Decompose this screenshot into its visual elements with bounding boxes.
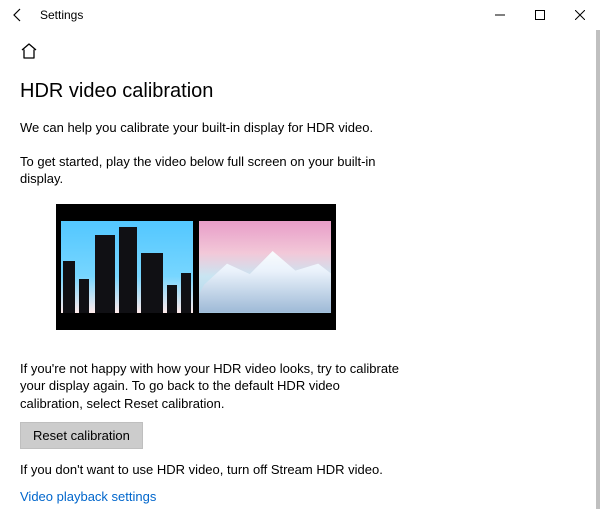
- vertical-scrollbar[interactable]: [596, 30, 600, 509]
- video-playback-settings-link[interactable]: Video playback settings: [20, 489, 580, 504]
- window-controls: [480, 0, 600, 30]
- reset-calibration-button[interactable]: Reset calibration: [20, 422, 143, 449]
- page-heading: HDR video calibration: [20, 80, 580, 103]
- title-bar: Settings: [0, 0, 600, 30]
- content-area: HDR video calibration We can help you ca…: [0, 30, 600, 509]
- calibration-note: If you're not happy with how your HDR vi…: [20, 360, 400, 413]
- instruction-text: To get started, play the video below ful…: [20, 153, 400, 188]
- calibration-video-thumbnail[interactable]: [56, 204, 336, 330]
- turn-off-note: If you don't want to use HDR video, turn…: [20, 461, 400, 479]
- thumbnail-left-pane: [61, 221, 193, 313]
- back-button[interactable]: [6, 3, 30, 27]
- minimize-button[interactable]: [480, 0, 520, 30]
- intro-text: We can help you calibrate your built-in …: [20, 119, 400, 137]
- thumbnail-right-pane: [199, 221, 331, 313]
- close-button[interactable]: [560, 0, 600, 30]
- home-button[interactable]: [18, 40, 40, 62]
- maximize-button[interactable]: [520, 0, 560, 30]
- window-title: Settings: [40, 8, 83, 22]
